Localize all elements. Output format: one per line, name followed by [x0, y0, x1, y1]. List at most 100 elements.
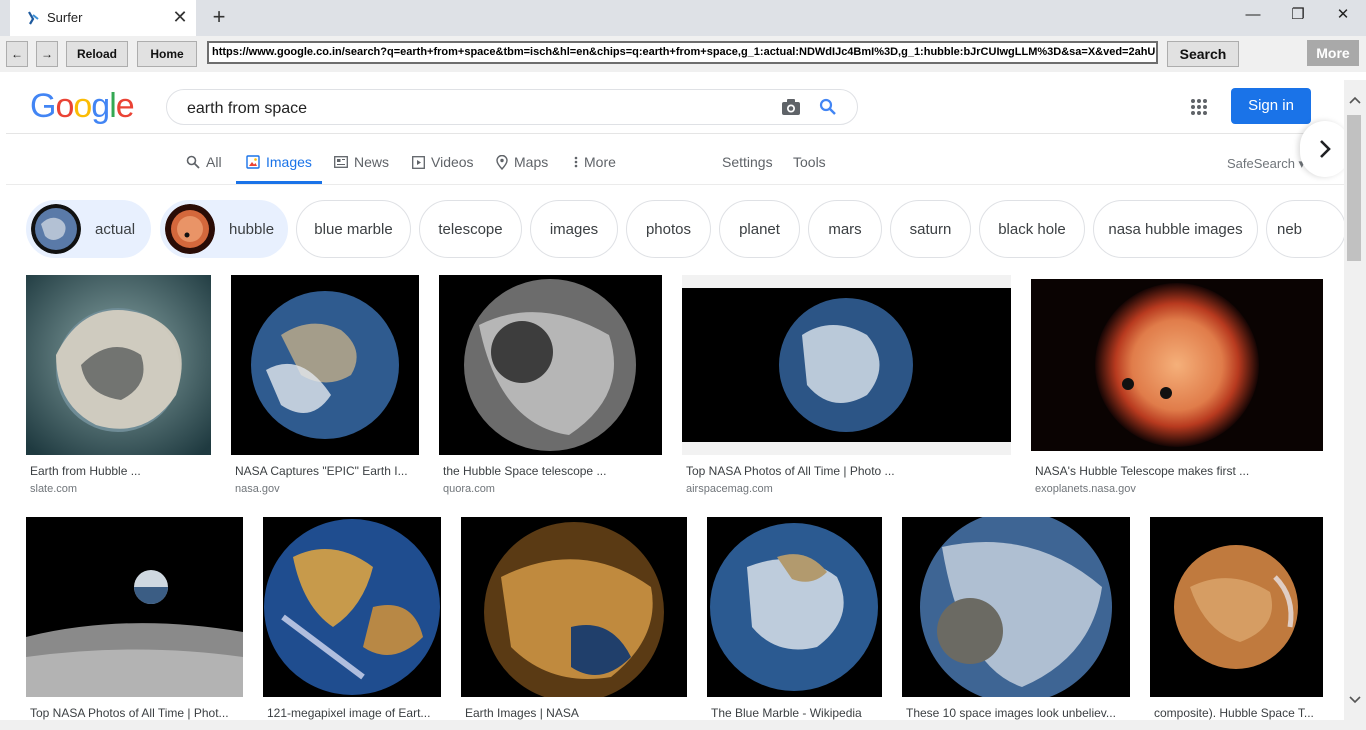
result-source: quora.com: [443, 483, 495, 495]
image-result[interactable]: These 10 space images look unbeliev...: [902, 517, 1130, 720]
tab-title: Surfer: [47, 10, 83, 25]
search-nav: All Images News Videos Maps More Setting…: [6, 134, 1344, 185]
chip-planet[interactable]: planet: [719, 200, 800, 258]
result-thumbnail: [439, 275, 662, 455]
image-result[interactable]: Top NASA Photos of All Time | Photo ... …: [682, 275, 1011, 500]
result-title: Earth Images | NASA: [465, 706, 579, 720]
tab-maps[interactable]: Maps: [496, 154, 548, 170]
title-bar: Surfer ✕ + — ❐ ✕: [0, 0, 1366, 36]
logo-letter: o: [73, 87, 92, 125]
vertical-scrollbar[interactable]: [1344, 80, 1366, 720]
reload-button[interactable]: Reload: [66, 41, 128, 67]
image-result[interactable]: 121-megapixel image of Eart...: [263, 517, 441, 720]
settings-link[interactable]: Settings: [722, 154, 773, 170]
image-result[interactable]: the Hubble Space telescope ... quora.com: [439, 275, 662, 500]
image-result[interactable]: Earth Images | NASA: [461, 517, 687, 720]
result-thumbnail: [1031, 279, 1323, 451]
result-title: Top NASA Photos of All Time | Photo ...: [686, 464, 895, 478]
chip-actual[interactable]: actual: [26, 200, 151, 258]
result-thumbnail: [26, 517, 243, 697]
search-icon[interactable]: [819, 98, 837, 116]
maximize-button[interactable]: ❐: [1283, 4, 1313, 26]
map-pin-icon: [496, 154, 508, 170]
tab-close-icon[interactable]: ✕: [170, 6, 190, 28]
chip-nasa-hubble-images[interactable]: nasa hubble images: [1093, 200, 1258, 258]
camera-icon[interactable]: [781, 98, 801, 116]
video-icon: [412, 155, 425, 169]
chip-label: actual: [95, 220, 136, 238]
sign-in-button[interactable]: Sign in: [1231, 88, 1311, 124]
more-vert-icon: [574, 156, 578, 168]
chip-hubble[interactable]: hubble: [160, 200, 288, 258]
tools-link[interactable]: Tools: [793, 154, 826, 170]
result-thumbnail: [1150, 517, 1323, 697]
result-source: airspacemag.com: [686, 483, 773, 495]
result-thumbnail: [263, 517, 441, 697]
image-result[interactable]: Earth from Hubble ... slate.com: [26, 275, 211, 500]
apps-grid-icon[interactable]: [1190, 98, 1208, 116]
tab-all-label: All: [206, 154, 222, 170]
image-result[interactable]: NASA's Hubble Telescope makes first ... …: [1031, 275, 1323, 500]
result-thumbnail: [707, 517, 882, 697]
google-logo[interactable]: Google: [30, 87, 135, 126]
logo-letter: g: [91, 87, 110, 125]
logo-letter: G: [30, 87, 56, 125]
result-title: composite). Hubble Space T...: [1154, 706, 1314, 720]
image-result[interactable]: composite). Hubble Space T...: [1150, 517, 1323, 720]
chip-blue-marble[interactable]: blue marble: [296, 200, 411, 258]
chevron-right-icon: [1320, 140, 1331, 158]
image-result[interactable]: Top NASA Photos of All Time | Phot...: [26, 517, 243, 720]
scrollbar-thumb[interactable]: [1347, 115, 1361, 261]
logo-letter: o: [55, 87, 74, 125]
close-window-button[interactable]: ✕: [1328, 4, 1358, 26]
forward-button[interactable]: →: [36, 41, 58, 67]
tab-maps-label: Maps: [514, 154, 549, 170]
tab-news-label: News: [354, 154, 390, 170]
browser-tab[interactable]: Surfer ✕: [10, 0, 196, 36]
result-thumbnail: [902, 517, 1130, 697]
result-title: 121-megapixel image of Eart...: [267, 706, 431, 720]
tab-more-label: More: [584, 154, 616, 170]
result-source: exoplanets.nasa.gov: [1035, 483, 1136, 495]
image-result[interactable]: The Blue Marble - Wikipedia: [707, 517, 882, 720]
tab-images[interactable]: Images: [246, 154, 312, 170]
result-thumbnail: [682, 275, 1011, 455]
chip-black-hole[interactable]: black hole: [979, 200, 1085, 258]
home-button[interactable]: Home: [137, 41, 197, 67]
result-source: slate.com: [30, 483, 78, 495]
chip-neb[interactable]: neb: [1266, 200, 1344, 258]
tab-news[interactable]: News: [334, 154, 389, 170]
chip-label: hubble: [229, 220, 275, 238]
result-title: Top NASA Photos of All Time | Phot...: [30, 706, 229, 720]
result-title: The Blue Marble - Wikipedia: [711, 706, 862, 720]
result-thumbnail: [231, 275, 419, 455]
back-button[interactable]: ←: [6, 41, 28, 67]
logo-letter: e: [115, 87, 135, 125]
chip-images[interactable]: images: [530, 200, 618, 258]
new-tab-button[interactable]: +: [208, 4, 230, 30]
address-bar[interactable]: https://www.google.co.in/search?q=earth+…: [207, 41, 1158, 64]
more-button[interactable]: More: [1307, 40, 1359, 66]
search-box[interactable]: earth from space: [166, 89, 858, 125]
safesearch-dropdown[interactable]: SafeSearch ▾: [1227, 156, 1305, 172]
chip-saturn[interactable]: saturn: [890, 200, 971, 258]
chip-mars[interactable]: mars: [808, 200, 882, 258]
tab-more[interactable]: More: [574, 154, 616, 170]
result-title: NASA Captures "EPIC" Earth I...: [235, 464, 408, 478]
search-input[interactable]: earth from space: [187, 100, 307, 118]
active-tab-indicator: [236, 181, 322, 184]
image-result[interactable]: NASA Captures "EPIC" Earth I... nasa.gov: [231, 275, 419, 500]
tab-all[interactable]: All: [186, 154, 222, 170]
window-bottom-edge: [0, 720, 1366, 730]
chip-photos[interactable]: photos: [626, 200, 711, 258]
chip-earth-thumbnail: [31, 204, 81, 254]
minimize-button[interactable]: —: [1238, 4, 1268, 26]
chip-telescope[interactable]: telescope: [419, 200, 522, 258]
result-thumbnail: [461, 517, 687, 697]
tab-videos[interactable]: Videos: [412, 154, 474, 170]
scroll-down-icon[interactable]: [1346, 692, 1364, 710]
chip-star-thumbnail: [165, 204, 215, 254]
chips-next-button[interactable]: [1300, 121, 1350, 177]
scroll-up-icon[interactable]: [1346, 92, 1364, 110]
search-button[interactable]: Search: [1167, 41, 1239, 67]
